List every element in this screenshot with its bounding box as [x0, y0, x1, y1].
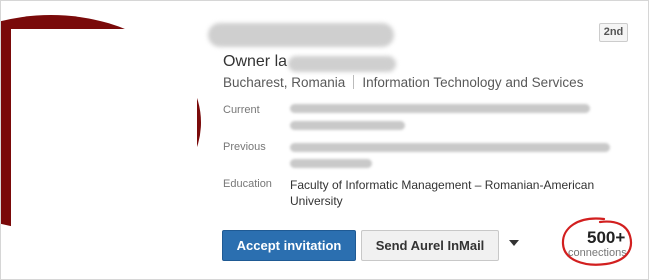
- connection-degree-badge: 2nd: [599, 23, 628, 42]
- current-value-redacted-line1: [290, 104, 590, 113]
- previous-value-redacted-line2: [290, 159, 372, 168]
- more-actions-chevron-down-icon[interactable]: [509, 240, 519, 246]
- previous-label: Previous: [223, 141, 266, 153]
- name-redaction: [208, 23, 394, 47]
- industry: Information Technology and Services: [362, 75, 584, 90]
- current-label: Current: [223, 104, 260, 116]
- education-label: Education: [223, 178, 272, 190]
- headline: Owner la: [223, 53, 288, 70]
- education-value[interactable]: Faculty of Informatic Management – Roman…: [290, 177, 620, 209]
- headline-redaction: [288, 56, 396, 72]
- photo-redaction: [11, 29, 197, 229]
- profile-photo[interactable]: [1, 15, 206, 229]
- location: Bucharest, Romania: [223, 75, 346, 90]
- current-value-redacted-line2: [290, 121, 405, 130]
- location-industry-row: Bucharest, Romania Information Technology…: [223, 75, 583, 90]
- separator: [353, 75, 355, 89]
- previous-value-redacted-line1: [290, 143, 610, 152]
- send-inmail-button[interactable]: Send Aurel InMail: [361, 230, 499, 261]
- accept-invitation-button[interactable]: Accept invitation: [222, 230, 356, 261]
- annotation-circle-icon: [561, 217, 633, 266]
- profile-card: 2nd Owner la Bucharest, Romania Informati…: [0, 0, 649, 280]
